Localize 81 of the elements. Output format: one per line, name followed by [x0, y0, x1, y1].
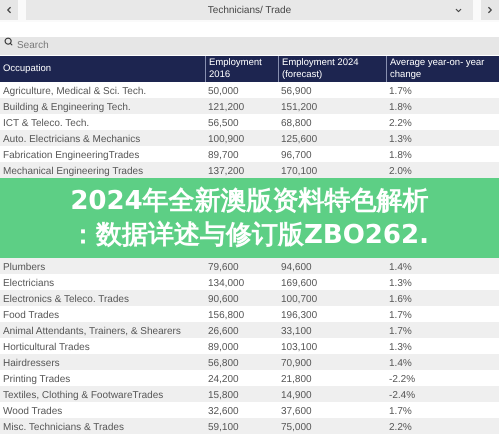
- table-cell: 1.4%: [389, 358, 412, 369]
- table-cell: Agriculture, Medical & Sci. Tech.: [3, 86, 146, 97]
- column-header: Employment 2024 (forecast): [282, 57, 360, 81]
- table-cell: Food Trades: [3, 310, 60, 321]
- table-cell: 90,600: [208, 294, 239, 305]
- table-cell: 100,700: [281, 294, 318, 305]
- table-cell: -2.2%: [389, 374, 416, 385]
- table-cell: Fabrication EngineeringTrades: [3, 150, 140, 161]
- table-cell: 1.7%: [389, 326, 412, 337]
- table-cell: 89,000: [208, 342, 239, 353]
- table-cell: 56,900: [281, 86, 312, 97]
- table-cell: 103,100: [281, 342, 318, 353]
- table-cell: 24,200: [208, 374, 239, 385]
- table-cell: 26,600: [208, 326, 239, 337]
- table-cell: 151,200: [281, 102, 318, 113]
- category-dropdown[interactable]: Technicians/ Trade: [26, 0, 473, 20]
- table-cell: 56,800: [208, 358, 239, 369]
- table-cell: 70,900: [281, 358, 312, 369]
- table-cell: -2.4%: [389, 390, 416, 401]
- table-cell: 137,200: [208, 166, 244, 177]
- table-cell: 89,700: [208, 150, 239, 161]
- table-cell: 1.3%: [389, 278, 412, 289]
- table-cell: Mechanical Engineering Trades: [3, 166, 144, 177]
- table-cell: Auto. Electricians & Mechanics: [3, 134, 140, 145]
- table-cell: 68,800: [281, 118, 312, 129]
- table-cell: 156,800: [208, 310, 244, 321]
- table-cell: 100,900: [208, 134, 244, 145]
- table-cell: Wood Trades: [3, 406, 62, 417]
- table-cell: 37,600: [281, 406, 312, 417]
- table-cell: Electricians: [3, 278, 54, 289]
- chevron-left-icon: [4, 5, 14, 15]
- column-header: Employment 2016: [209, 57, 263, 81]
- table-cell: 169,600: [281, 278, 318, 289]
- table-cell: Electronics & Teleco. Trades: [3, 294, 129, 305]
- table-cell: 14,900: [281, 390, 312, 401]
- table-cell: 33,100: [281, 326, 312, 337]
- chevron-right-icon: [485, 5, 495, 15]
- table-cell: 2.0%: [389, 166, 412, 177]
- table-cell: 96,700: [281, 150, 312, 161]
- table-cell: 15,800: [208, 390, 239, 401]
- table-cell: Animal Attendants, Trainers, & Shearers: [3, 326, 181, 337]
- table-cell: 1.8%: [389, 102, 412, 113]
- table-cell: 134,000: [208, 278, 244, 289]
- table-cell: 1.6%: [389, 294, 412, 305]
- column-header: Average year-on- year change: [390, 57, 486, 81]
- table-cell: 75,000: [281, 422, 312, 433]
- table-cell: Building & Engineering Tech.: [3, 102, 131, 113]
- table-cell: 2.2%: [389, 118, 412, 129]
- table-cell: 125,600: [281, 134, 318, 145]
- search-field[interactable]: Search: [0, 36, 499, 54]
- table-cell: 2.2%: [389, 422, 412, 433]
- previous-button[interactable]: [0, 0, 18, 20]
- table-cell: Horticultural Trades: [3, 342, 90, 353]
- table-cell: 59,100: [208, 422, 239, 433]
- table-cell: 1.8%: [389, 150, 412, 161]
- table-cell: 1.7%: [389, 86, 412, 97]
- table-cell: 1.7%: [389, 406, 412, 417]
- table-cell: Textiles, Clothing & FootwareTrades: [3, 390, 164, 401]
- table-cell: 50,000: [208, 86, 239, 97]
- table-cell: Plumbers: [3, 262, 46, 273]
- search-icon: [4, 36, 13, 46]
- table-cell: Misc. Technicians & Trades: [3, 422, 124, 433]
- table-cell: 1.3%: [389, 342, 412, 353]
- table-cell: 21,800: [281, 374, 312, 385]
- table-cell: Hairdressers: [3, 358, 60, 369]
- table-cell: 79,600: [208, 262, 239, 273]
- table-cell: 121,200: [208, 102, 244, 113]
- column-header: Occupation: [3, 63, 52, 75]
- table-cell: Printing Trades: [3, 374, 70, 385]
- table-cell: 56,500: [208, 118, 239, 129]
- table-cell: 1.7%: [389, 310, 412, 321]
- table-cell: 1.3%: [389, 134, 412, 145]
- next-button[interactable]: [481, 0, 499, 20]
- table-cell: 94,600: [281, 262, 312, 273]
- table-cell: 170,100: [281, 166, 318, 177]
- table-cell: 32,600: [208, 406, 239, 417]
- table-cell: 1.4%: [389, 262, 412, 273]
- headline-text: ：数据详述与修订版ZBO262.: [70, 219, 429, 252]
- headline-text: 2024年全新澳版资料特色解析: [70, 185, 429, 218]
- table-cell: 196,300: [281, 310, 318, 321]
- table-cell: ICT & Teleco. Tech.: [3, 118, 90, 129]
